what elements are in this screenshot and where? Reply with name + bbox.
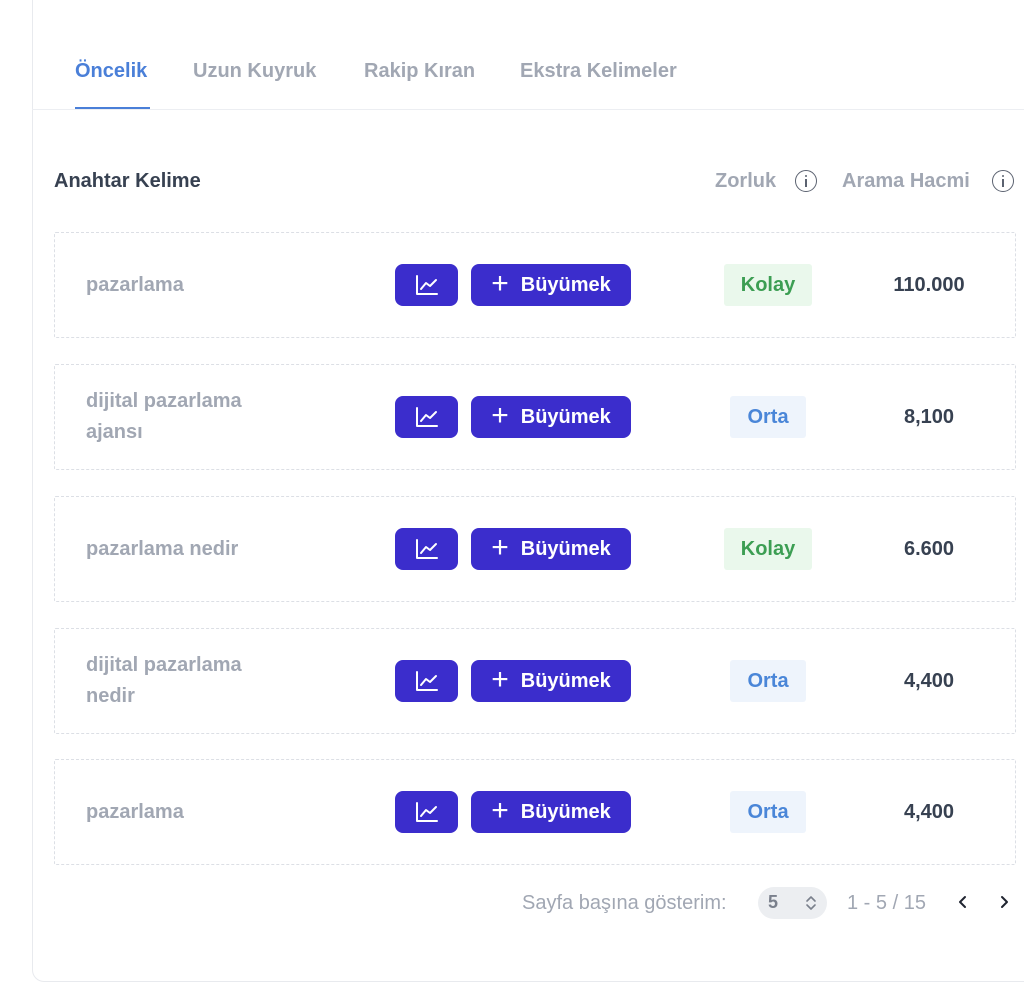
line-chart-icon [415,671,438,691]
keyword-text: dijital pazarlama nedir [86,654,242,707]
grow-button-label: Büyümek [520,537,611,560]
tab-bar: Öncelik Uzun Kuyruk Rakip Kıran Ekstra K… [32,50,1024,110]
line-chart-icon [415,275,438,295]
tab-uzun-kuyruk[interactable]: Uzun Kuyruk [193,60,316,83]
plus-icon: + [491,662,509,696]
volume-column-header: Arama Hacmi [842,170,970,192]
keyword-text: pazarlama [86,273,184,296]
table-row: pazarlama nedir + Büyümek Kolay 6.600 [54,496,1016,602]
per-page-label: Sayfa başına gösterim: [522,892,727,914]
search-volume: 4,400 [903,800,955,823]
trend-chart-button[interactable] [395,396,458,438]
trend-chart-button[interactable] [395,791,458,833]
volume-info-icon[interactable] [992,170,1014,192]
search-volume: 4,400 [903,669,955,692]
search-volume: 6.600 [903,537,955,560]
difficulty-column-header: Zorluk [715,170,777,192]
grow-button[interactable]: + Büyümek [471,660,631,702]
grow-button[interactable]: + Büyümek [471,528,631,570]
keyword-text: pazarlama nedir [86,537,239,560]
grow-button-label: Büyümek [520,800,611,823]
chevron-right-icon[interactable] [993,891,1015,913]
keyword-text: pazarlama [86,800,184,823]
difficulty-badge: Orta [730,396,806,438]
page-range: 1 - 5 / 15 [847,892,926,914]
chevron-left-icon[interactable] [952,891,974,913]
trend-chart-button[interactable] [395,660,458,702]
trend-chart-button[interactable] [395,528,458,570]
table-row: pazarlama + Büyümek Kolay 110.000 [54,232,1016,338]
keyword-column-header: Anahtar Kelime [54,170,201,192]
difficulty-badge: Kolay [724,528,812,570]
table-header: Anahtar Kelime Zorluk Arama Hacmi [54,168,1024,198]
table-row: pazarlama + Büyümek Orta 4,400 [54,759,1016,865]
table-row: dijital pazarlama nedir + Büyümek Orta 4,400 [54,628,1016,734]
grow-button-label: Büyümek [520,405,611,428]
trend-chart-button[interactable] [395,264,458,306]
plus-icon: + [491,398,509,432]
grow-button-label: Büyümek [520,669,611,692]
difficulty-badge: Orta [730,660,806,702]
difficulty-badge: Kolay [724,264,812,306]
difficulty-badge: Orta [730,791,806,833]
pagination: Sayfa başına gösterim: 5 1 - 5 / 15 [0,885,1024,921]
grow-button[interactable]: + Büyümek [471,791,631,833]
grow-button[interactable]: + Büyümek [471,264,631,306]
tab-ekstra-kelimeler[interactable]: Ekstra Kelimeler [520,60,677,83]
plus-icon: + [491,266,509,300]
plus-icon: + [491,793,509,827]
keyword-text: dijital pazarlama ajansı [86,390,242,443]
active-tab-indicator [75,107,150,109]
tab-rakip-kiran[interactable]: Rakip Kıran [364,60,475,83]
grow-button-label: Büyümek [520,273,611,296]
tab-oncelik[interactable]: Öncelik [75,60,147,83]
plus-icon: + [491,530,509,564]
per-page-value: 5 [768,892,779,912]
grow-button[interactable]: + Büyümek [471,396,631,438]
search-volume: 8,100 [903,405,955,428]
chevron-up-down-icon [806,896,816,910]
per-page-select[interactable]: 5 [758,887,827,919]
line-chart-icon [415,539,438,559]
line-chart-icon [415,802,438,822]
table-row: dijital pazarlama ajansı + Büyümek Orta 8,10… [54,364,1016,470]
difficulty-info-icon[interactable] [795,170,817,192]
line-chart-icon [415,407,438,427]
search-volume: 110.000 [893,273,965,296]
